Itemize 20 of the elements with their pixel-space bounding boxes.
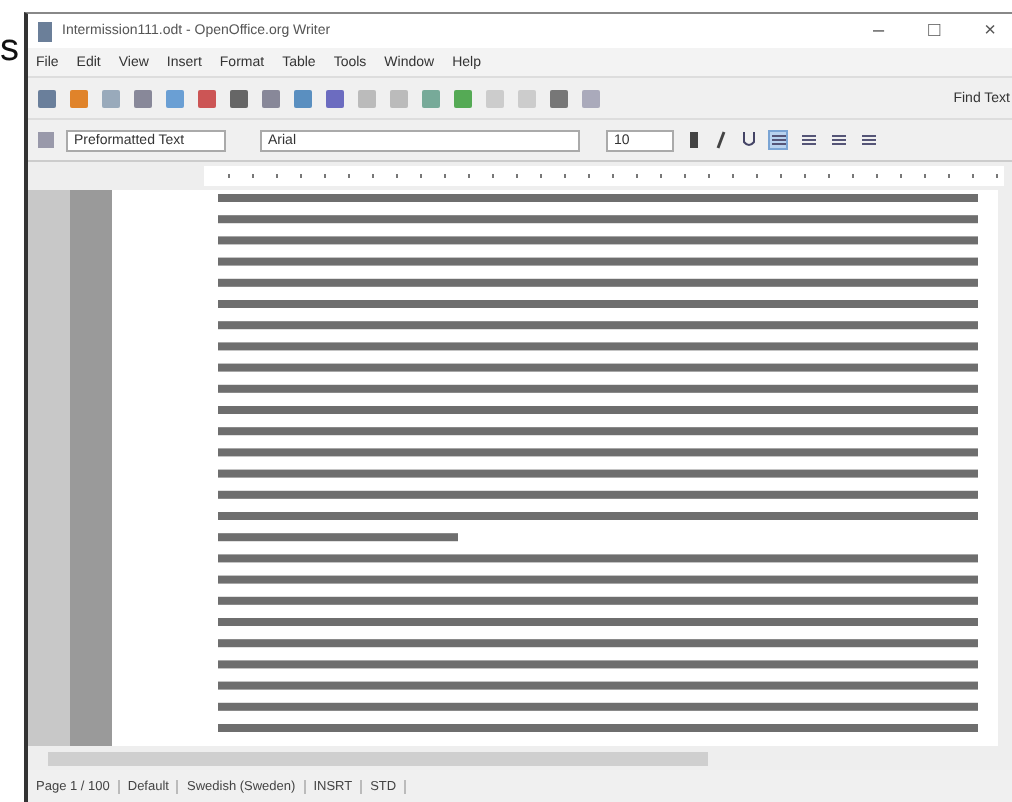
underline-icon[interactable] — [740, 130, 758, 150]
document-icon[interactable] — [36, 21, 54, 41]
toolbar-icon[interactable] — [164, 87, 186, 109]
italic-icon[interactable] — [712, 130, 730, 150]
toolbar-icon[interactable] — [68, 87, 90, 109]
toolbar-icon[interactable] — [36, 87, 58, 109]
toolbar-icon[interactable] — [292, 87, 314, 109]
cut-off-letter: s — [0, 28, 21, 72]
toolbar-icon[interactable] — [196, 87, 218, 109]
toolbar-icon[interactable] — [324, 87, 346, 109]
toolbar-icon[interactable] — [452, 87, 474, 109]
close-button[interactable]: × — [984, 20, 996, 42]
toolbar-icon[interactable] — [132, 87, 154, 109]
toolbar-icon[interactable] — [548, 87, 570, 109]
toolbar-icon[interactable] — [420, 87, 442, 109]
toolbar-icon[interactable] — [228, 87, 250, 109]
maximize-button[interactable]: □ — [928, 20, 941, 42]
toolbar-icon[interactable] — [100, 87, 122, 109]
toolbar-icon[interactable] — [260, 87, 282, 109]
minimize-button[interactable]: – — [873, 20, 885, 42]
